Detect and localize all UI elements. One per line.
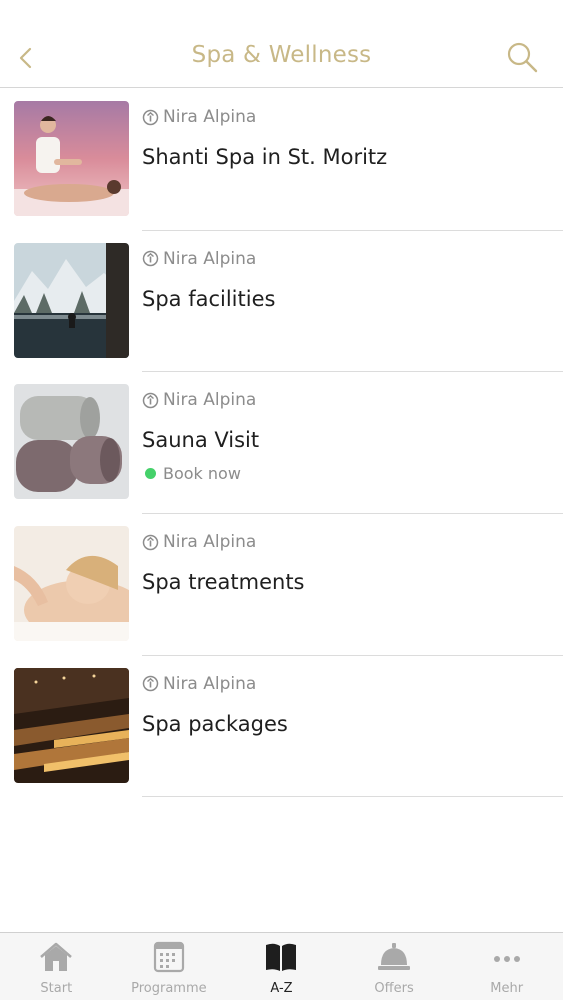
info-circle-icon (142, 676, 159, 692)
tab-mehr[interactable]: Mehr (450, 933, 563, 1000)
provider-label: Nira Alpina (142, 107, 256, 127)
item-title: Spa packages (142, 711, 288, 736)
tab-label: A-Z (270, 981, 293, 996)
search-icon (507, 42, 538, 73)
provider-label: Nira Alpina (142, 532, 256, 552)
list-item[interactable]: Nira Alpina Sauna Visit Book now (0, 372, 563, 515)
item-thumbnail (14, 384, 129, 500)
info-circle-icon (142, 392, 159, 409)
info-circle-icon (142, 534, 159, 550)
tab-label: Start (40, 981, 73, 996)
list-item[interactable]: Nira Alpina Shanti Spa in St. Moritz (0, 89, 563, 231)
divider (142, 796, 563, 798)
treatment-photo (14, 526, 129, 642)
more-icon (493, 956, 520, 962)
sauna-photo (14, 667, 129, 783)
provider-label: Nira Alpina (142, 390, 256, 410)
top-bar: Spa & Wellness (0, 0, 563, 88)
pool-photo (14, 242, 129, 358)
book-icon (266, 943, 297, 971)
towels-photo (14, 384, 129, 500)
item-title: Sauna Visit (142, 428, 260, 453)
massage-photo (14, 101, 129, 216)
status-dot (145, 468, 156, 480)
item-title: Spa treatments (142, 570, 305, 595)
provider-name: Nira Alpina (163, 532, 257, 553)
tab-a-z[interactable]: A-Z (225, 933, 338, 1000)
item-title: Shanti Spa in St. Moritz (142, 145, 388, 169)
tab-bar: Start Programme A-Z Offers Mehr (0, 932, 563, 1000)
list-item[interactable]: Nira Alpina Spa facilities (0, 231, 563, 373)
item-thumbnail (14, 526, 129, 642)
search-button[interactable] (505, 40, 541, 76)
provider-name: Nira Alpina (163, 390, 257, 411)
tab-programme[interactable]: Programme (113, 933, 226, 1000)
provider-name: Nira Alpina (163, 248, 257, 269)
provider-name: Nira Alpina (163, 673, 257, 694)
tab-start[interactable]: Start (0, 933, 113, 1000)
tab-label: Programme (131, 981, 207, 996)
tab-offers[interactable]: Offers (338, 933, 451, 1000)
tab-label: Mehr (490, 981, 524, 996)
item-title: Spa facilities (142, 286, 276, 311)
tab-label: Offers (374, 981, 414, 996)
house-icon (40, 942, 73, 971)
provider-label: Nira Alpina (142, 674, 256, 694)
info-circle-icon (142, 109, 159, 125)
provider-label: Nira Alpina (142, 249, 256, 269)
page-title: Spa & Wellness (191, 42, 372, 68)
calendar-icon (153, 941, 184, 973)
item-thumbnail (14, 101, 129, 216)
list-item[interactable]: Nira Alpina Spa treatments (0, 514, 563, 656)
info-circle-icon (142, 250, 159, 267)
list-item[interactable]: Nira Alpina Spa packages (0, 656, 563, 798)
spa-list: Nira Alpina Shanti Spa in St. Moritz Nir… (0, 89, 563, 798)
book-now-status[interactable]: Book now (145, 464, 241, 483)
item-thumbnail (14, 667, 129, 783)
item-thumbnail (14, 242, 129, 358)
bell-icon (378, 943, 411, 970)
book-now-label: Book now (163, 464, 241, 484)
provider-name: Nira Alpina (163, 107, 257, 127)
